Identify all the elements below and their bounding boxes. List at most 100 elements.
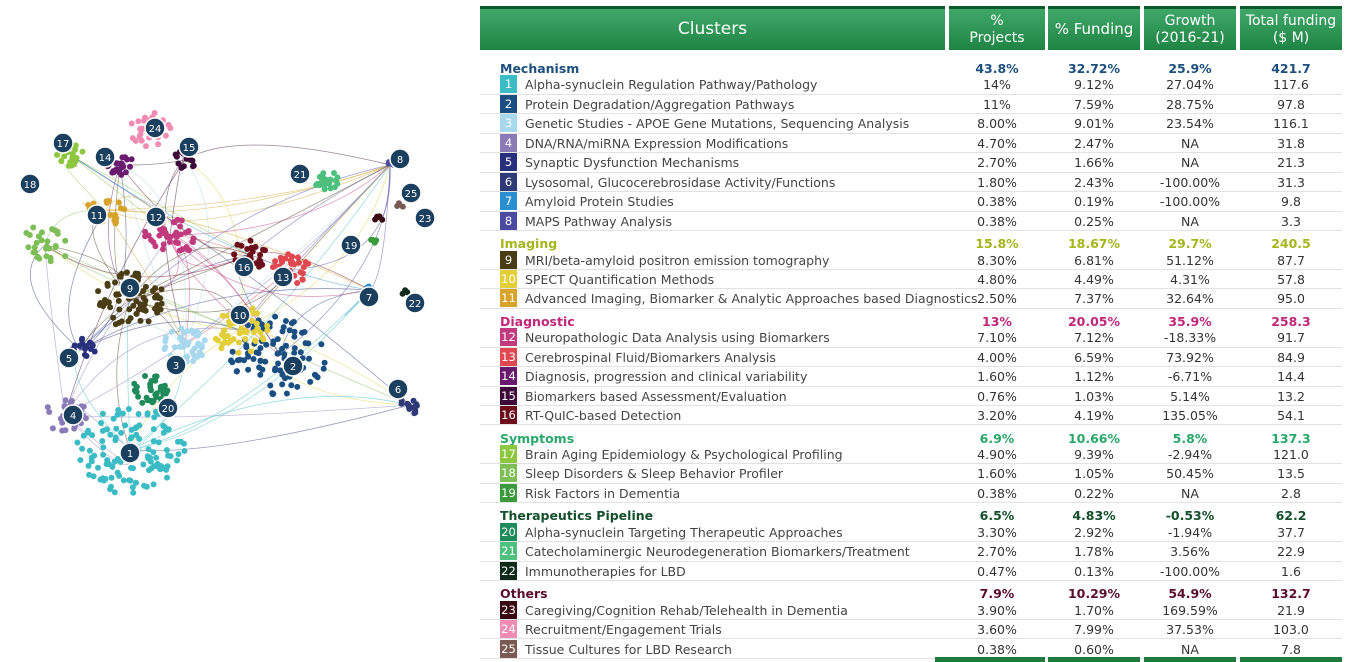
network-node	[107, 431, 114, 438]
network-node	[133, 310, 140, 317]
network-node	[245, 366, 252, 373]
network-node	[103, 198, 110, 205]
network-node	[152, 305, 158, 312]
cluster-number-badge: 24	[500, 620, 517, 639]
cluster-growth: 50.45%	[1166, 466, 1214, 482]
network-node	[242, 336, 249, 342]
network-node	[72, 146, 79, 153]
cluster-name: MAPS Pathway Analysis	[525, 213, 672, 229]
network-node	[374, 213, 381, 220]
network-node	[185, 339, 192, 346]
table-row: 14 Diagnosis, progression and clinical va…	[480, 367, 1342, 387]
network-node	[150, 438, 157, 445]
network-node	[177, 335, 183, 341]
cluster-name: Cerebrospinal Fluid/Biomarkers Analysis	[525, 349, 776, 365]
network-node	[110, 415, 117, 422]
network-node	[282, 318, 289, 324]
network-node	[224, 333, 231, 339]
cluster-name: Neuropathologic Data Analysis using Biom…	[525, 330, 830, 346]
cluster-label-text: 6	[395, 385, 401, 396]
network-edge	[184, 144, 391, 166]
network-node	[52, 243, 59, 249]
cluster-label-text: 23	[419, 214, 432, 225]
network-node	[100, 303, 107, 310]
table-row: 13 Cerebrospinal Fluid/Biomarkers Analysi…	[480, 347, 1342, 368]
table-row: 6 Lysosomal, Glucocerebrosidase Activity/…	[480, 172, 1342, 193]
cluster-label-13: 13	[272, 266, 294, 288]
network-node	[259, 261, 266, 268]
network-node	[320, 181, 327, 188]
cluster-funding: 1.03%	[1074, 388, 1114, 404]
cluster-growth: 4.31%	[1170, 271, 1210, 287]
network-node	[153, 454, 160, 461]
cluster-name: Recruitment/Engagement Trials	[525, 622, 722, 638]
cluster-total: 14.4	[1277, 369, 1305, 385]
network-node	[58, 158, 65, 165]
cluster-label-text: 9	[127, 284, 133, 295]
network-node	[257, 358, 264, 364]
cluster-growth: -1.94%	[1167, 524, 1213, 540]
cluster-number-badge: 15	[500, 386, 517, 405]
network-node	[195, 340, 202, 347]
cluster-projects: 1.80%	[977, 174, 1017, 190]
cluster-name: Alpha-synuclein Regulation Pathway/Patho…	[525, 77, 818, 93]
cluster-funding: 6.81%	[1074, 252, 1114, 268]
network-node	[294, 254, 301, 261]
cluster-total: 37.7	[1277, 524, 1305, 540]
cluster-name: Tissue Cultures for LBD Research	[525, 641, 732, 657]
table-row: 9 MRI/beta-amyloid positron emission tomo…	[480, 250, 1342, 270]
cluster-label-text: 11	[91, 211, 104, 222]
network-node	[83, 343, 90, 350]
cluster-label-text: 4	[70, 411, 76, 422]
table-row: 17 Brain Aging Epidemiology & Psychologic…	[480, 445, 1342, 465]
group-row: Therapeutics Pipeline 6.5% 4.83% -0.53% 62.2	[480, 503, 1342, 523]
network-node	[112, 434, 119, 441]
cluster-total: 84.9	[1277, 349, 1305, 365]
cluster-name: Protein Degradation/Aggregation Pathways	[525, 96, 795, 112]
table-row: 19 Risk Factors in Dementia 0.38% 0.22% NA 2.…	[480, 483, 1342, 504]
network-node	[249, 248, 256, 255]
network-node	[145, 318, 152, 325]
network-node	[152, 373, 159, 380]
network-node	[285, 251, 292, 258]
cluster-name: RT-QuIC-based Detection	[525, 408, 682, 424]
network-node	[318, 341, 325, 348]
cluster-growth: 169.59%	[1162, 602, 1218, 618]
network-node	[194, 328, 201, 335]
network-node	[95, 288, 102, 295]
network-edge	[104, 209, 371, 291]
table-row: 15 Biomarkers based Assessment/Evaluation…	[480, 386, 1342, 407]
cluster-label-22: 22	[404, 292, 426, 314]
cluster-label-12: 12	[145, 206, 167, 228]
network-node	[31, 244, 38, 251]
network-node	[171, 219, 178, 225]
cluster-number-badge: 19	[500, 483, 517, 502]
network-node	[314, 180, 321, 187]
network-node	[85, 462, 92, 469]
network-node	[156, 232, 163, 239]
network-node	[275, 360, 281, 367]
cluster-projects: 0.38%	[977, 194, 1017, 210]
cluster-total: 54.1	[1277, 408, 1305, 424]
group-row: Mechanism 43.8% 32.72% 25.9% 421.7	[480, 56, 1342, 76]
network-node	[158, 300, 165, 307]
network-node	[297, 349, 304, 356]
table-row: 18 Sleep Disorders & Sleep Behavior Profi…	[480, 464, 1342, 484]
cluster-name: MRI/beta-amyloid positron emission tomog…	[525, 252, 830, 268]
network-node	[294, 280, 301, 286]
cluster-growth: 135.05%	[1162, 408, 1218, 424]
cluster-number-badge: 14	[500, 367, 517, 386]
network-node	[113, 291, 120, 298]
network-node	[144, 410, 151, 417]
cluster-label-text: 10	[234, 311, 247, 322]
table-row: 1 Alpha-synuclein Regulation Pathway/Path…	[480, 75, 1342, 95]
group-row: Diagnostic 13% 20.05% 35.9% 258.3	[480, 309, 1342, 329]
network-node	[120, 477, 127, 484]
cluster-total: 3.3	[1281, 213, 1301, 229]
network-node	[238, 326, 245, 333]
network-node	[30, 224, 37, 231]
network-node	[174, 457, 180, 464]
network-node	[128, 120, 135, 127]
cluster-name: Lysosomal, Glucocerebrosidase Activity/F…	[525, 174, 836, 190]
network-node	[145, 232, 152, 239]
